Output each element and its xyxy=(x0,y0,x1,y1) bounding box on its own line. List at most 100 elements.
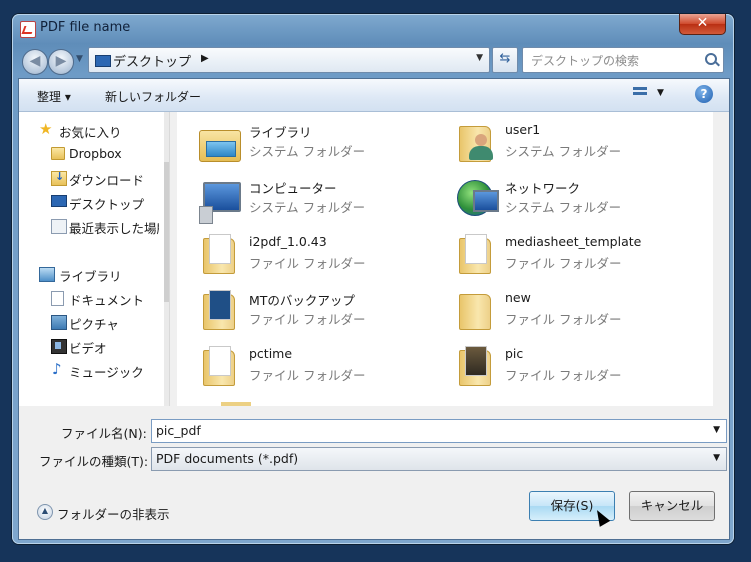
nav-item-label: ミュージック xyxy=(69,365,144,380)
folder-icon xyxy=(455,288,497,330)
close-button[interactable]: ✕ xyxy=(679,14,726,35)
file-item-pic[interactable]: pic ファイル フォルダー xyxy=(433,336,683,392)
nav-item-label: ピクチャ xyxy=(69,317,119,332)
file-type: システム フォルダー xyxy=(249,200,366,215)
nav-item-videos[interactable]: ビデオ xyxy=(19,336,159,356)
file-item-user1[interactable]: user1 システム フォルダー xyxy=(433,112,683,168)
search-input[interactable]: デスクトップの検索 xyxy=(522,47,724,73)
view-options-dropdown-icon[interactable]: ▼ xyxy=(657,88,664,98)
file-item-libraries[interactable]: ライブラリ システム フォルダー xyxy=(177,112,427,168)
nav-favorites-label: お気に入り xyxy=(59,125,122,140)
filename-input[interactable]: pic_pdf ▼ xyxy=(151,419,727,443)
recent-pages-dropdown[interactable]: ▼ xyxy=(76,54,83,64)
file-item-pctime[interactable]: pctime ファイル フォルダー xyxy=(177,336,427,392)
search-placeholder: デスクトップの検索 xyxy=(531,54,640,68)
folder-icon xyxy=(51,147,65,160)
forward-button[interactable]: ▶ xyxy=(48,49,74,75)
file-item-mediasheet-template[interactable]: mediasheet_template ファイル フォルダー xyxy=(433,224,683,280)
nav-item-label: ドキュメント xyxy=(69,293,145,308)
filetype-dropdown-icon[interactable]: ▼ xyxy=(713,453,720,463)
pdf-icon xyxy=(20,21,36,38)
network-icon xyxy=(455,176,499,218)
navigation-scrollbar[interactable] xyxy=(164,112,169,406)
dialog-body: 整理 ▾ 新しいフォルダー ▼ ? お気に入り Dropbox ダウンロード デ… xyxy=(18,78,730,540)
video-icon xyxy=(51,339,67,354)
nav-item-documents[interactable]: ドキュメント xyxy=(19,288,159,308)
filetype-label: ファイルの種類(T): xyxy=(39,454,149,469)
library-icon xyxy=(199,120,241,162)
desktop-icon xyxy=(95,55,111,67)
filetype-select[interactable]: PDF documents (*.pdf) ▼ xyxy=(151,447,727,471)
file-name: pctime xyxy=(249,346,293,361)
folder-icon xyxy=(199,288,241,330)
file-name: i2pdf_1.0.43 xyxy=(249,234,327,249)
hide-folders-label[interactable]: フォルダーの非表示 xyxy=(57,504,170,523)
nav-item-pictures[interactable]: ピクチャ xyxy=(19,312,159,332)
scrollbar-thumb[interactable] xyxy=(164,162,169,302)
nav-item-label: ダウンロード xyxy=(69,173,145,188)
save-dialog: PDF file name ✕ ◀ ▶ ▼ デスクトップ ▶ ▼ ⇆ デスクトッ… xyxy=(12,14,734,544)
cancel-button[interactable]: キャンセル xyxy=(629,491,715,521)
address-bar[interactable]: デスクトップ ▶ ▼ xyxy=(88,47,490,73)
file-type: ファイル フォルダー xyxy=(249,368,366,383)
user-folder-icon xyxy=(455,120,497,162)
file-type: ファイル フォルダー xyxy=(505,368,622,383)
nav-libraries[interactable]: ライブラリ xyxy=(19,264,159,284)
document-icon xyxy=(51,291,64,306)
file-name: MTのバックアップ xyxy=(249,293,355,308)
file-name: ライブラリ xyxy=(249,125,312,140)
file-item-mt-backup[interactable]: MTのバックアップ ファイル フォルダー xyxy=(177,280,427,336)
file-name: user1 xyxy=(505,122,541,137)
command-bar: 整理 ▾ 新しいフォルダー ▼ ? xyxy=(19,79,729,112)
nav-item-music[interactable]: ミュージック xyxy=(19,360,159,380)
file-type: ファイル フォルダー xyxy=(505,312,622,327)
download-folder-icon xyxy=(51,170,67,186)
file-list: ライブラリ システム フォルダー user1 システム フォルダー コンピュータ… xyxy=(177,112,713,406)
new-folder-button[interactable]: 新しいフォルダー xyxy=(105,88,201,105)
folder-icon xyxy=(455,344,497,386)
nav-favorites[interactable]: お気に入り xyxy=(19,120,159,140)
nav-item-label: 最近表示した場所 xyxy=(69,221,159,236)
file-name: mediasheet_template xyxy=(505,234,642,249)
refresh-button[interactable]: ⇆ xyxy=(492,47,518,73)
file-name: ネットワーク xyxy=(505,181,581,196)
nav-item-recent-places[interactable]: 最近表示した場所 xyxy=(19,216,159,236)
partially-visible-folder-icon xyxy=(221,402,251,406)
filename-value[interactable]: pic_pdf xyxy=(156,423,201,438)
file-item-computer[interactable]: コンピューター システム フォルダー xyxy=(177,168,427,224)
file-item-i2pdf[interactable]: i2pdf_1.0.43 ファイル フォルダー xyxy=(177,224,427,280)
search-icon[interactable] xyxy=(705,53,717,65)
window-title: PDF file name xyxy=(40,20,131,35)
file-name: pic xyxy=(505,346,524,361)
chevron-up-icon[interactable]: ▲ xyxy=(37,504,53,520)
organize-button[interactable]: 整理 ▾ xyxy=(37,88,71,105)
nav-item-label: Dropbox xyxy=(69,146,122,161)
recent-places-icon xyxy=(51,219,67,234)
address-dropdown-icon[interactable]: ▼ xyxy=(476,53,483,63)
help-icon[interactable]: ? xyxy=(695,85,713,103)
nav-item-downloads[interactable]: ダウンロード xyxy=(19,168,159,188)
nav-item-desktop[interactable]: デスクトップ xyxy=(19,192,159,212)
address-breadcrumb[interactable]: デスクトップ xyxy=(113,51,191,70)
folder-icon xyxy=(199,344,241,386)
music-icon xyxy=(51,360,65,378)
filename-dropdown-icon[interactable]: ▼ xyxy=(713,425,720,435)
navigation-pane: お気に入り Dropbox ダウンロード デスクトップ 最近表示した場所 ライブ… xyxy=(19,112,170,406)
star-icon xyxy=(39,120,53,138)
file-item-new[interactable]: new ファイル フォルダー xyxy=(433,280,683,336)
file-type: ファイル フォルダー xyxy=(249,312,366,327)
file-type: ファイル フォルダー xyxy=(249,256,366,271)
breadcrumb-chevron-icon[interactable]: ▶ xyxy=(201,53,209,64)
title-bar[interactable]: PDF file name ✕ xyxy=(12,14,734,44)
view-options-icon[interactable] xyxy=(633,87,647,101)
file-type: システム フォルダー xyxy=(505,144,622,159)
nav-item-label: ビデオ xyxy=(69,341,107,356)
back-button[interactable]: ◀ xyxy=(22,49,48,75)
file-item-network[interactable]: ネットワーク システム フォルダー xyxy=(433,168,683,224)
folder-icon xyxy=(455,232,497,274)
nav-item-label: デスクトップ xyxy=(69,197,145,212)
file-type: システム フォルダー xyxy=(249,144,366,159)
nav-item-dropbox[interactable]: Dropbox xyxy=(19,144,159,164)
desktop-icon xyxy=(51,195,67,207)
computer-icon xyxy=(199,176,241,224)
